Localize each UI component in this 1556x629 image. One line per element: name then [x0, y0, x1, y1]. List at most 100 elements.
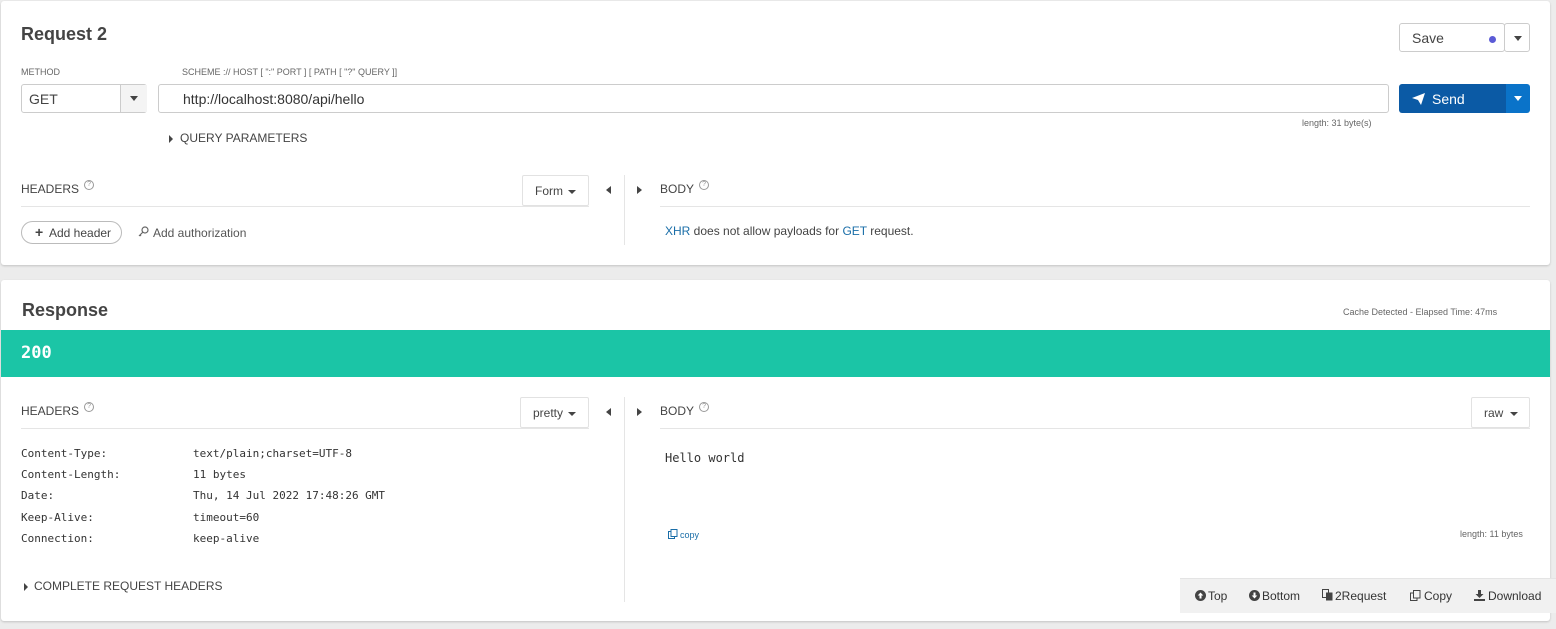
body-format-value: raw — [1484, 406, 1504, 420]
copy-response-button[interactable]: Copy — [1410, 589, 1452, 603]
headers-format-select[interactable]: pretty — [520, 397, 589, 428]
url-input[interactable]: http://localhost:8080/api/hello — [158, 84, 1389, 113]
status-bar: 200 — [1, 330, 1550, 377]
chevron-down-icon — [1510, 412, 1518, 416]
header-key: Keep-Alive: — [21, 511, 94, 524]
query-parameters-toggle[interactable]: QUERY PARAMETERS — [169, 131, 307, 145]
message-text: does not allow payloads for — [690, 224, 843, 238]
headers-format-value: pretty — [533, 406, 564, 420]
add-header-label: Add header — [49, 226, 112, 240]
response-panel: Response Cache Detected - Elapsed Time: … — [1, 280, 1550, 621]
help-icon[interactable]: ? — [699, 402, 710, 412]
add-authorization-link[interactable]: Add authorization — [138, 226, 246, 240]
download-icon — [1474, 590, 1485, 601]
help-icon[interactable]: ? — [84, 402, 95, 412]
headers-mode-select[interactable]: Form — [522, 175, 589, 206]
request-headers-divider — [21, 206, 589, 207]
response-headers-divider — [21, 428, 589, 429]
request-title: Request 2 — [21, 24, 108, 44]
save-label: Save — [1412, 30, 1444, 46]
header-key: Content-Length: — [21, 468, 121, 481]
response-title: Response — [22, 300, 109, 320]
message-end: request. — [866, 224, 914, 238]
scroll-bottom-button[interactable]: Bottom — [1249, 589, 1300, 603]
collapse-left-icon[interactable] — [606, 186, 611, 194]
header-value: Thu, 14 Jul 2022 17:48:26 GMT — [193, 489, 386, 502]
xhr-link[interactable]: XHR — [665, 224, 690, 238]
header-key: Content-Type: — [21, 447, 108, 460]
method-select[interactable]: GET — [21, 84, 147, 113]
chevron-down-icon — [1514, 96, 1522, 101]
arrow-circle-down-icon — [1249, 590, 1260, 601]
header-key: Connection: — [21, 532, 94, 545]
response-action-bar: Top Bottom 2Request Copy Download — [1180, 578, 1556, 613]
copy-body-link[interactable]: copy — [668, 529, 699, 540]
request-body-title: BODY? — [660, 180, 710, 196]
files-icon — [1322, 589, 1333, 601]
copy-label: copy — [680, 530, 700, 540]
copy-icon — [1410, 590, 1421, 601]
add-header-button[interactable]: + Add header — [21, 221, 122, 244]
arrow-circle-up-icon — [1195, 590, 1206, 601]
method-label: METHOD — [21, 67, 60, 77]
method-dropdown-toggle — [120, 85, 147, 112]
response-panel-splitter[interactable] — [624, 397, 625, 602]
request-body-label: BODY — [660, 182, 695, 196]
request-headers-label: HEADERS — [21, 182, 80, 196]
request-headers-title: HEADERS? — [21, 180, 95, 196]
method-link[interactable]: GET — [842, 224, 866, 238]
to-request-label: 2Request — [1335, 589, 1387, 603]
header-key: Date: — [21, 489, 55, 502]
save-button[interactable]: Save — [1399, 23, 1505, 52]
help-icon[interactable]: ? — [84, 180, 95, 190]
send-label: Send — [1432, 91, 1465, 107]
send-button[interactable]: Send — [1399, 84, 1506, 113]
expand-right-icon[interactable] — [637, 186, 642, 194]
send-options-button[interactable] — [1506, 84, 1530, 113]
header-value: 11 bytes — [193, 468, 246, 481]
url-length: length: 31 byte(s) — [1302, 118, 1372, 128]
expand-right-icon[interactable] — [637, 408, 642, 416]
to-request-button[interactable]: 2Request — [1322, 589, 1386, 603]
caret-right-icon — [169, 134, 173, 143]
query-parameters-label: QUERY PARAMETERS — [180, 131, 308, 145]
header-value: keep-alive — [193, 532, 260, 545]
download-button[interactable]: Download — [1474, 589, 1541, 603]
response-headers-title: HEADERS? — [21, 402, 95, 418]
chevron-down-icon — [568, 412, 576, 416]
response-body-divider — [660, 428, 1530, 429]
copy-icon — [668, 529, 678, 539]
key-icon — [138, 226, 149, 237]
complete-request-headers-label: COMPLETE REQUEST HEADERS — [34, 579, 223, 593]
top-label: Top — [1208, 589, 1228, 603]
headers-mode-value: Form — [535, 184, 563, 198]
paper-plane-icon — [1412, 93, 1425, 105]
request-panel-splitter[interactable] — [624, 175, 625, 245]
request-body-divider — [660, 206, 1530, 207]
url-value: http://localhost:8080/api/hello — [183, 91, 365, 107]
plus-icon: + — [35, 224, 44, 240]
body-not-allowed-message: XHR does not allow payloads for GET requ… — [665, 224, 914, 238]
header-value: timeout=60 — [193, 511, 260, 524]
save-options-button[interactable] — [1504, 23, 1530, 52]
copy-response-label: Copy — [1424, 589, 1453, 603]
response-body-label: BODY — [660, 404, 695, 418]
response-body-text: Hello world — [665, 451, 745, 465]
help-icon[interactable]: ? — [699, 180, 710, 190]
chevron-down-icon — [1514, 36, 1522, 41]
method-value: GET — [29, 91, 58, 107]
body-length: length: 11 bytes — [1460, 529, 1523, 539]
add-authorization-label: Add authorization — [153, 226, 247, 240]
unsaved-dot-icon — [1489, 36, 1496, 43]
chevron-down-icon — [568, 190, 576, 194]
scroll-top-button[interactable]: Top — [1195, 589, 1227, 603]
chevron-down-icon — [130, 96, 138, 101]
complete-request-headers-toggle[interactable]: COMPLETE REQUEST HEADERS — [24, 579, 222, 593]
response-headers-label: HEADERS — [21, 404, 80, 418]
url-format-label: SCHEME :// HOST [ ":" PORT ] [ PATH [ "?… — [182, 67, 398, 77]
bottom-label: Bottom — [1262, 589, 1301, 603]
response-body-title: BODY? — [660, 402, 710, 418]
body-format-select[interactable]: raw — [1471, 397, 1530, 428]
request-panel: Request 2 Save METHOD GET SCHEME :// HOS… — [1, 1, 1550, 265]
collapse-left-icon[interactable] — [606, 408, 611, 416]
